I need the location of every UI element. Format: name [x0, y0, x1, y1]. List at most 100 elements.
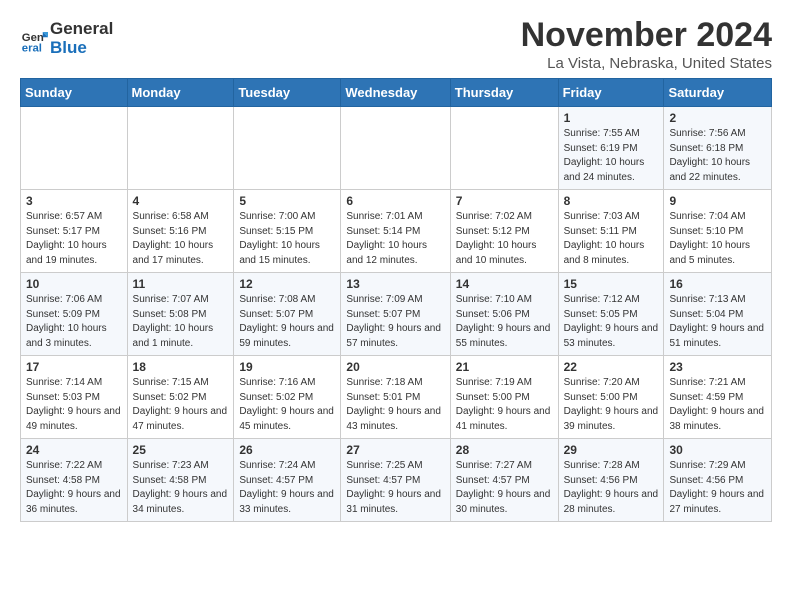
month-title: November 2024 [521, 16, 772, 55]
day-number: 20 [346, 360, 444, 374]
weekday-header: Friday [558, 79, 664, 107]
day-number: 14 [456, 277, 553, 291]
day-number: 29 [564, 443, 659, 457]
calendar-table: SundayMondayTuesdayWednesdayThursdayFrid… [20, 78, 772, 522]
day-info: Sunrise: 7:13 AM Sunset: 5:04 PM Dayligh… [669, 293, 766, 351]
day-number: 11 [133, 277, 229, 291]
day-info: Sunrise: 7:18 AM Sunset: 5:01 PM Dayligh… [346, 376, 444, 434]
calendar-cell: 21 Sunrise: 7:19 AM Sunset: 5:00 PM Dayli… [450, 356, 558, 439]
day-number: 22 [564, 360, 659, 374]
day-number: 8 [564, 194, 659, 208]
calendar-cell: 18 Sunrise: 7:15 AM Sunset: 5:02 PM Dayli… [127, 356, 234, 439]
calendar-cell: 2 Sunrise: 7:56 AM Sunset: 6:18 PM Daylig… [664, 107, 772, 190]
calendar-cell: 29 Sunrise: 7:28 AM Sunset: 4:56 PM Dayli… [558, 439, 664, 522]
calendar-cell [127, 107, 234, 190]
calendar-cell: 15 Sunrise: 7:12 AM Sunset: 5:05 PM Dayli… [558, 273, 664, 356]
day-info: Sunrise: 7:21 AM Sunset: 4:59 PM Dayligh… [669, 376, 766, 434]
calendar-cell: 23 Sunrise: 7:21 AM Sunset: 4:59 PM Dayli… [664, 356, 772, 439]
day-info: Sunrise: 7:27 AM Sunset: 4:57 PM Dayligh… [456, 459, 553, 517]
day-info: Sunrise: 7:06 AM Sunset: 5:09 PM Dayligh… [26, 293, 122, 351]
calendar-cell: 27 Sunrise: 7:25 AM Sunset: 4:57 PM Dayli… [341, 439, 450, 522]
day-number: 25 [133, 443, 229, 457]
weekday-header: Thursday [450, 79, 558, 107]
day-info: Sunrise: 7:15 AM Sunset: 5:02 PM Dayligh… [133, 376, 229, 434]
day-info: Sunrise: 7:55 AM Sunset: 6:19 PM Dayligh… [564, 127, 659, 185]
day-number: 10 [26, 277, 122, 291]
logo: Gen eral General Blue [20, 20, 113, 57]
day-number: 24 [26, 443, 122, 457]
calendar-cell: 19Sunrise: 7:16 AM Sunset: 5:02 PM Dayli… [234, 356, 341, 439]
day-number: 6 [346, 194, 444, 208]
day-number: 1 [564, 111, 659, 125]
calendar-cell: 5 Sunrise: 7:00 AM Sunset: 5:15 PM Daylig… [234, 190, 341, 273]
calendar-cell: 4 Sunrise: 6:58 AM Sunset: 5:16 PM Daylig… [127, 190, 234, 273]
title-area: November 2024 La Vista, Nebraska, United… [521, 16, 772, 72]
day-info: Sunrise: 7:07 AM Sunset: 5:08 PM Dayligh… [133, 293, 229, 351]
calendar-cell: 12Sunrise: 7:08 AM Sunset: 5:07 PM Dayli… [234, 273, 341, 356]
calendar-cell: 24Sunrise: 7:22 AM Sunset: 4:58 PM Dayli… [21, 439, 128, 522]
calendar-cell: 9 Sunrise: 7:04 AM Sunset: 5:10 PM Daylig… [664, 190, 772, 273]
weekday-header: Monday [127, 79, 234, 107]
day-info: Sunrise: 6:57 AM Sunset: 5:17 PM Dayligh… [26, 210, 122, 268]
calendar-week-row: 17Sunrise: 7:14 AM Sunset: 5:03 PM Dayli… [21, 356, 772, 439]
calendar-cell: 17Sunrise: 7:14 AM Sunset: 5:03 PM Dayli… [21, 356, 128, 439]
calendar-cell: 10 Sunrise: 7:06 AM Sunset: 5:09 PM Dayli… [21, 273, 128, 356]
day-info: Sunrise: 7:09 AM Sunset: 5:07 PM Dayligh… [346, 293, 444, 351]
day-info: Sunrise: 7:24 AM Sunset: 4:57 PM Dayligh… [239, 459, 335, 517]
calendar-cell: 11 Sunrise: 7:07 AM Sunset: 5:08 PM Dayli… [127, 273, 234, 356]
calendar-cell: 6Sunrise: 7:01 AM Sunset: 5:14 PM Daylig… [341, 190, 450, 273]
calendar-cell [450, 107, 558, 190]
calendar-cell: 25 Sunrise: 7:23 AM Sunset: 4:58 PM Dayli… [127, 439, 234, 522]
day-number: 19 [239, 360, 335, 374]
day-info: Sunrise: 7:02 AM Sunset: 5:12 PM Dayligh… [456, 210, 553, 268]
day-info: Sunrise: 7:25 AM Sunset: 4:57 PM Dayligh… [346, 459, 444, 517]
day-number: 4 [133, 194, 229, 208]
day-info: Sunrise: 7:12 AM Sunset: 5:05 PM Dayligh… [564, 293, 659, 351]
svg-text:eral: eral [22, 42, 42, 53]
page-header: Gen eral General Blue November 2024 La V… [20, 16, 772, 72]
day-number: 2 [669, 111, 766, 125]
logo-icon: Gen eral [20, 25, 48, 53]
day-number: 18 [133, 360, 229, 374]
day-info: Sunrise: 7:00 AM Sunset: 5:15 PM Dayligh… [239, 210, 335, 268]
day-info: Sunrise: 7:20 AM Sunset: 5:00 PM Dayligh… [564, 376, 659, 434]
calendar-cell [21, 107, 128, 190]
day-number: 28 [456, 443, 553, 457]
day-number: 12 [239, 277, 335, 291]
location-title: La Vista, Nebraska, United States [521, 55, 772, 72]
calendar-cell [341, 107, 450, 190]
weekday-header: Tuesday [234, 79, 341, 107]
day-info: Sunrise: 7:10 AM Sunset: 5:06 PM Dayligh… [456, 293, 553, 351]
day-info: Sunrise: 7:23 AM Sunset: 4:58 PM Dayligh… [133, 459, 229, 517]
day-number: 15 [564, 277, 659, 291]
day-number: 9 [669, 194, 766, 208]
calendar-header-row: SundayMondayTuesdayWednesdayThursdayFrid… [21, 79, 772, 107]
day-info: Sunrise: 7:04 AM Sunset: 5:10 PM Dayligh… [669, 210, 766, 268]
weekday-header: Sunday [21, 79, 128, 107]
day-info: Sunrise: 7:29 AM Sunset: 4:56 PM Dayligh… [669, 459, 766, 517]
day-number: 26 [239, 443, 335, 457]
day-number: 27 [346, 443, 444, 457]
calendar-week-row: 3 Sunrise: 6:57 AM Sunset: 5:17 PM Daylig… [21, 190, 772, 273]
day-number: 16 [669, 277, 766, 291]
calendar-cell: 13 Sunrise: 7:09 AM Sunset: 5:07 PM Dayli… [341, 273, 450, 356]
day-number: 5 [239, 194, 335, 208]
calendar-week-row: 1 Sunrise: 7:55 AM Sunset: 6:19 PM Daylig… [21, 107, 772, 190]
day-info: Sunrise: 7:56 AM Sunset: 6:18 PM Dayligh… [669, 127, 766, 185]
day-number: 13 [346, 277, 444, 291]
day-number: 23 [669, 360, 766, 374]
weekday-header: Wednesday [341, 79, 450, 107]
day-number: 3 [26, 194, 122, 208]
day-number: 17 [26, 360, 122, 374]
logo-line2: Blue [50, 39, 113, 58]
day-number: 21 [456, 360, 553, 374]
calendar-week-row: 24Sunrise: 7:22 AM Sunset: 4:58 PM Dayli… [21, 439, 772, 522]
day-info: Sunrise: 7:19 AM Sunset: 5:00 PM Dayligh… [456, 376, 553, 434]
calendar-cell: 1 Sunrise: 7:55 AM Sunset: 6:19 PM Daylig… [558, 107, 664, 190]
day-info: Sunrise: 7:28 AM Sunset: 4:56 PM Dayligh… [564, 459, 659, 517]
day-number: 30 [669, 443, 766, 457]
calendar-cell: 7Sunrise: 7:02 AM Sunset: 5:12 PM Daylig… [450, 190, 558, 273]
calendar-cell: 3 Sunrise: 6:57 AM Sunset: 5:17 PM Daylig… [21, 190, 128, 273]
day-info: Sunrise: 6:58 AM Sunset: 5:16 PM Dayligh… [133, 210, 229, 268]
calendar-cell: 16 Sunrise: 7:13 AM Sunset: 5:04 PM Dayli… [664, 273, 772, 356]
